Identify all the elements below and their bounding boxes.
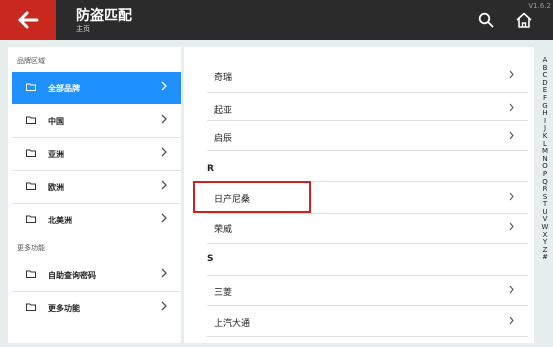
chevron-right-icon [509, 131, 514, 140]
sidebar-item-label: 亚洲 [48, 149, 64, 159]
sidebar-item-asia[interactable]: 亚洲 [12, 138, 181, 170]
search-icon [478, 12, 494, 28]
list-item-label: 荣威 [214, 225, 233, 235]
list-item-label: 起亚 [214, 106, 233, 116]
chevron-right-icon [509, 285, 514, 294]
list-item-label: 三菱 [214, 288, 233, 298]
list-item-mitsubishi[interactable]: 三菱 [207, 275, 528, 307]
sidebar-item-label: 更多功能 [48, 303, 80, 313]
top-bar: 防盗匹配 主页 V1.6.2 [0, 0, 553, 40]
divider [207, 336, 528, 337]
chevron-right-icon [509, 222, 514, 231]
sidebar-item-label: 全部品牌 [48, 83, 80, 93]
chevron-right-icon [161, 268, 167, 278]
back-button[interactable] [0, 0, 56, 40]
list-item-venucia[interactable]: 启辰 [207, 121, 528, 153]
divider [207, 150, 528, 151]
search-button[interactable] [476, 10, 496, 30]
chevron-right-icon [509, 70, 514, 79]
sidebar-item-more-functions[interactable]: 更多功能 [12, 292, 181, 324]
chevron-right-icon [161, 147, 167, 157]
chevron-right-icon [161, 301, 167, 311]
folder-icon [26, 303, 36, 311]
sidebar-item-label: 中国 [48, 116, 64, 126]
folder-icon [26, 83, 36, 91]
section-header-s: S [207, 245, 528, 275]
list-item-chery[interactable]: 奇瑞 [207, 60, 528, 92]
list-item-label: 上汽大通 [214, 319, 251, 329]
chevron-right-icon [161, 180, 167, 190]
section-header-label: S [207, 254, 214, 264]
folder-icon [26, 215, 36, 223]
list-item-label: 启辰 [214, 134, 233, 144]
folder-icon [26, 116, 36, 124]
sidebar-item-label: 自助查询密码 [48, 270, 96, 280]
section-header-label: R [207, 164, 214, 174]
chevron-right-icon [161, 81, 167, 91]
list-item-roewe[interactable]: 荣威 [207, 212, 528, 244]
sidebar-item-europe[interactable]: 欧洲 [12, 171, 181, 203]
section-label-more-functions: 更多功能 [17, 244, 45, 252]
alphabet-index[interactable]: A B C D E F G H I J K L M N O P Q R S T U V W X Y Z # [538, 56, 552, 262]
page-title: 防盗匹配 [76, 8, 132, 24]
list-item-saic-maxus[interactable]: 上汽大通 [207, 306, 528, 338]
arrow-left-icon [18, 11, 39, 29]
chevron-right-icon [161, 114, 167, 124]
home-button[interactable] [514, 10, 534, 30]
chevron-right-icon [161, 213, 167, 223]
version-label: V1.6.2 [528, 2, 551, 10]
list-item-label: 奇瑞 [214, 73, 233, 83]
sidebar-item-all-brands[interactable]: 全部品牌 [12, 72, 181, 104]
chevron-right-icon [509, 316, 514, 325]
chevron-right-icon [509, 192, 514, 201]
sidebar-item-self-query-password[interactable]: 自助查询密码 [12, 259, 181, 291]
sidebar-item-north-america[interactable]: 北美洲 [12, 204, 181, 236]
section-label-brand-area: 品牌区域 [17, 57, 45, 65]
folder-icon [26, 270, 36, 278]
sidebar-item-china[interactable]: 中国 [12, 105, 181, 137]
home-icon [516, 12, 532, 28]
chevron-right-icon [509, 103, 514, 112]
folder-icon [26, 182, 36, 190]
folder-icon [26, 149, 36, 157]
sidebar-item-label: 欧洲 [48, 182, 64, 192]
sidebar-item-label: 北美洲 [48, 215, 72, 225]
divider [207, 243, 528, 244]
breadcrumb: 主页 [76, 25, 90, 33]
highlight-box [193, 181, 311, 213]
alphabet-index-letter[interactable]: # [538, 254, 552, 262]
